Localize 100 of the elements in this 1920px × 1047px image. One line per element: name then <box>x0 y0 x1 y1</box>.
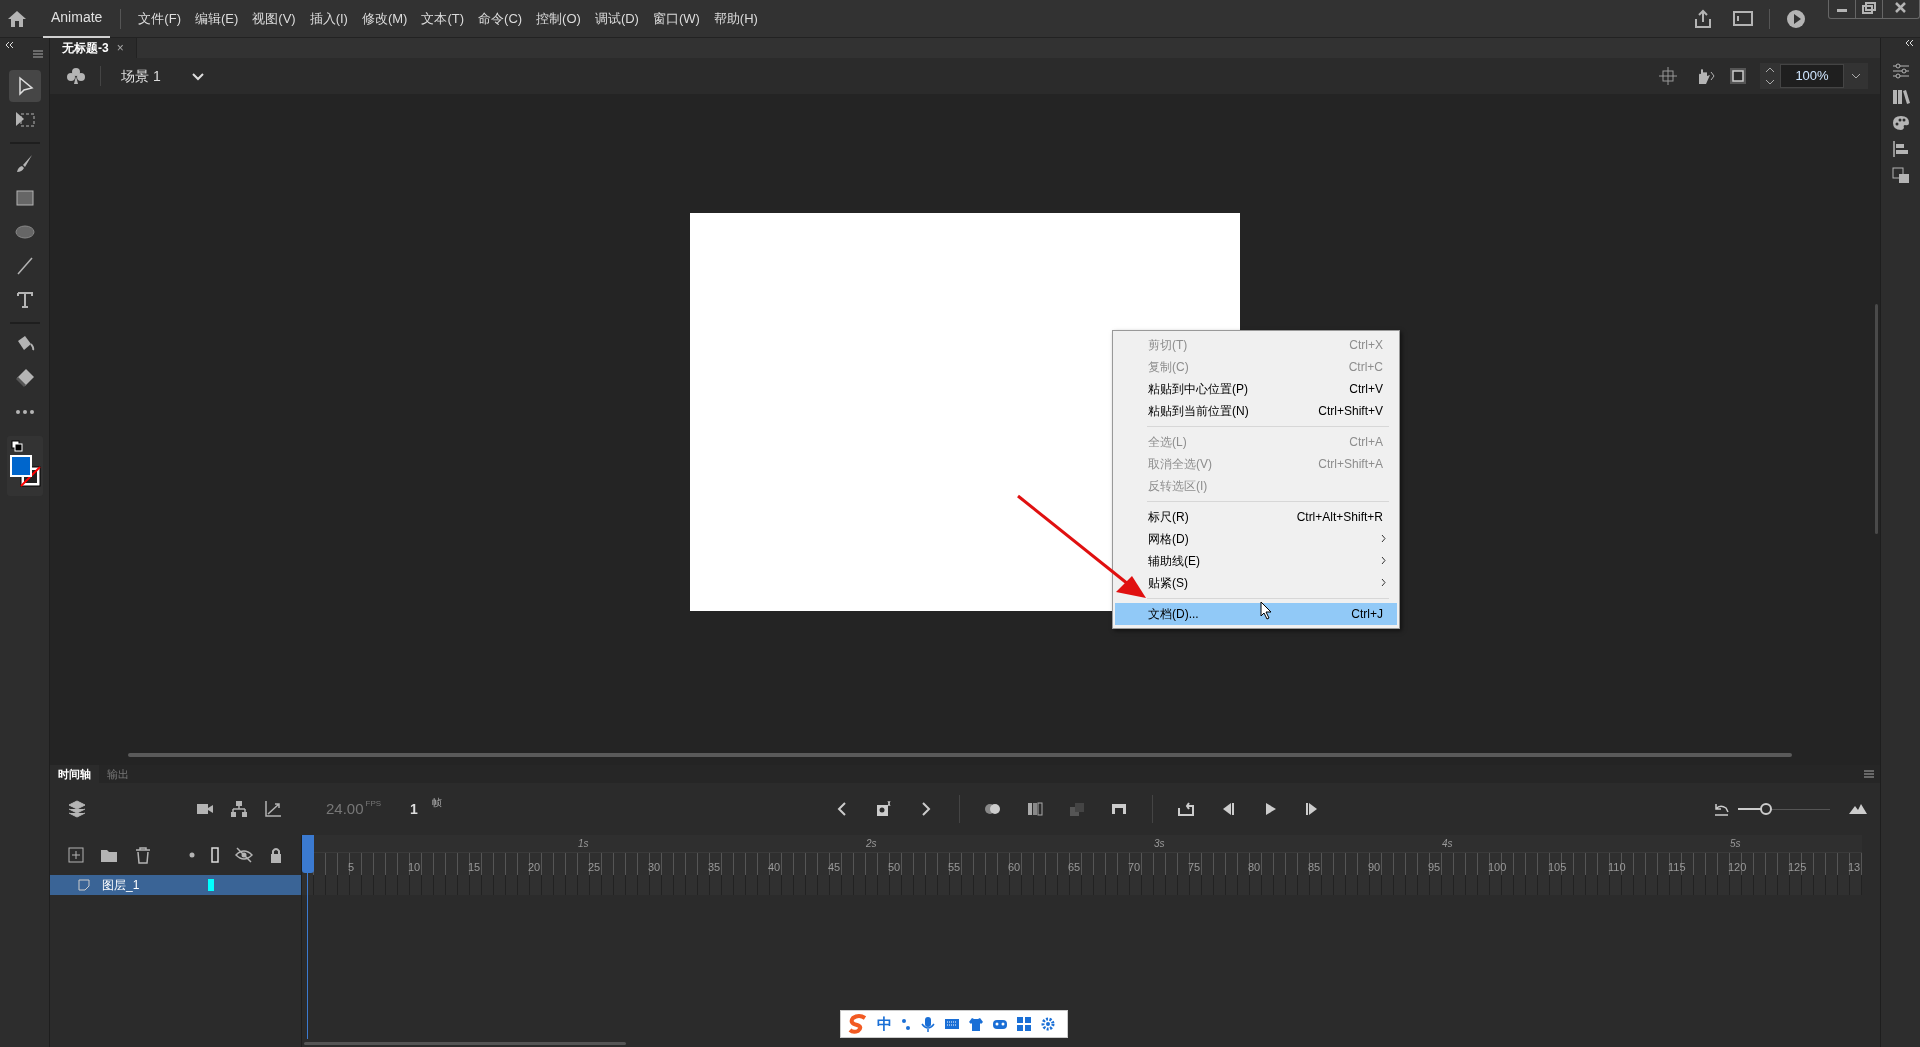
layer-row[interactable]: 图层_1 <box>50 875 301 895</box>
microphone-icon[interactable] <box>920 1016 936 1032</box>
outline-icon[interactable] <box>211 847 219 863</box>
panel-tab[interactable]: 输出 <box>99 765 137 783</box>
play-circle-icon[interactable] <box>1786 8 1806 29</box>
layers-icon[interactable] <box>68 800 86 818</box>
panel-tab[interactable]: 时间轴 <box>50 765 99 783</box>
frame-number: 95 <box>1428 860 1441 875</box>
chevron-down-icon[interactable] <box>190 70 205 82</box>
panel-menu-icon[interactable] <box>1864 770 1874 778</box>
menu-item-label: 贴紧(S) <box>1148 575 1188 592</box>
add-layer-icon[interactable] <box>68 847 84 863</box>
slider-thumb[interactable] <box>1759 803 1772 815</box>
dot-icon[interactable] <box>189 852 195 858</box>
document-tab[interactable]: 无标题-3 × <box>50 38 137 58</box>
grid-icon[interactable] <box>1016 1016 1032 1032</box>
timeline-zoom-slider[interactable] <box>1738 803 1830 815</box>
frame-number: 125 <box>1788 860 1807 875</box>
edit-frames-icon[interactable] <box>1025 800 1044 818</box>
menu-item[interactable]: 贴紧(S) <box>1115 572 1397 594</box>
frame-number: 65 <box>1068 860 1081 875</box>
library-icon[interactable] <box>1891 88 1910 106</box>
seconds-label: 5s <box>1730 837 1741 851</box>
shortcut-text: Ctrl+X <box>1349 337 1383 354</box>
seconds-label: 1s <box>578 837 589 851</box>
club-icon[interactable] <box>66 66 86 86</box>
menu-item[interactable]: 文件(F) <box>131 8 188 29</box>
frame-number: 13 <box>1848 860 1861 875</box>
menu-item[interactable]: 辅助线(E) <box>1115 550 1397 572</box>
punctuation-icon[interactable] <box>900 1016 912 1032</box>
frame-number: 25 <box>588 860 601 875</box>
home-icon[interactable] <box>7 8 27 29</box>
menu-item-label: 剪切(T) <box>1148 337 1188 354</box>
menu-item[interactable]: 修改(M) <box>354 8 415 29</box>
frame-number: 105 <box>1548 860 1567 875</box>
center-stage-icon[interactable] <box>1658 66 1678 86</box>
current-frame[interactable]: 1 <box>410 798 418 820</box>
ime-logo-icon[interactable] <box>847 1013 869 1035</box>
keyboard-icon[interactable] <box>944 1016 960 1032</box>
loop-icon[interactable] <box>1176 800 1195 818</box>
properties-icon[interactable] <box>1891 62 1910 80</box>
layer-icon <box>78 879 90 891</box>
expand-panel-icon[interactable] <box>1904 38 1916 48</box>
menu-icon[interactable] <box>33 50 43 58</box>
clip-stage-icon[interactable] <box>1728 66 1748 86</box>
menu-item-label: 网格(D) <box>1148 531 1189 548</box>
horizontal-scrollbar[interactable] <box>128 753 1792 757</box>
menu-item-label: 标尺(R) <box>1148 509 1189 526</box>
menu-item[interactable]: 文档(D)... Ctrl+J <box>1115 603 1397 625</box>
menu-item[interactable]: 网格(D) <box>1115 528 1397 550</box>
menu-item[interactable]: 标尺(R) Ctrl+Alt+Shift+R <box>1115 506 1397 528</box>
layer-color-swatch[interactable] <box>208 879 214 891</box>
menu-item[interactable]: 命令(C) <box>471 8 530 29</box>
shortcut-text: Ctrl+A <box>1349 434 1383 451</box>
arrow-tool-icon[interactable] <box>8 70 41 102</box>
menu-item[interactable]: 插入(I) <box>302 8 355 29</box>
eye-hidden-icon[interactable] <box>235 847 253 863</box>
frame-number: 80 <box>1248 860 1261 875</box>
keyframe-insert-icon[interactable] <box>874 800 893 818</box>
menu-item[interactable]: 窗口(W) <box>645 8 707 29</box>
palette-icon[interactable] <box>1891 114 1910 132</box>
scene-name: 场景 1 <box>121 66 161 86</box>
folder-icon[interactable] <box>100 847 118 863</box>
menu-item[interactable]: 控制(O) <box>529 8 588 29</box>
timeline-scrollbar[interactable] <box>304 1042 626 1045</box>
shortcut-text: Ctrl+Alt+Shift+R <box>1296 509 1383 526</box>
tab-close-button[interactable]: × <box>116 39 124 57</box>
settings-icon[interactable] <box>1040 1016 1056 1032</box>
fps-unit: FPS <box>365 797 382 810</box>
frame-unit: 帧 <box>431 795 442 810</box>
trash-icon[interactable] <box>134 846 152 864</box>
share-icon[interactable] <box>1693 8 1713 29</box>
swap-colors-icon[interactable] <box>10 440 23 452</box>
frame-ruler[interactable]: 1s 2s 3s 4s 5s 5 10 15 20 25 30 35 40 45 50 55 60 65 70 75 80 85 90 95 100 105 110 115 120 125 13 <box>302 835 1862 875</box>
shirt-icon[interactable] <box>968 1016 984 1032</box>
color-swatch-drawing[interactable] <box>9 455 41 487</box>
hierarchy-icon[interactable] <box>230 800 248 818</box>
seconds-label: 4s <box>1442 837 1453 851</box>
frame-number: 20 <box>528 860 541 875</box>
menu-item[interactable]: 帮助(H) <box>706 8 765 29</box>
align-icon[interactable] <box>1891 140 1910 158</box>
vertical-scrollbar[interactable] <box>1875 304 1878 534</box>
menu-item[interactable]: 文本(T) <box>414 8 472 29</box>
menu-item-label: 粘贴到中心位置(P) <box>1148 381 1248 398</box>
menu-item[interactable]: 粘贴到中心位置(P) Ctrl+V <box>1115 378 1397 400</box>
graph-icon[interactable] <box>264 800 282 818</box>
menu-item[interactable]: 调试(D) <box>587 8 646 29</box>
zoom-field[interactable]: 100% <box>1780 64 1844 88</box>
panel-layout-icon[interactable] <box>1733 8 1753 29</box>
menu-item[interactable]: 视图(V) <box>245 8 303 29</box>
frame-number: 75 <box>1188 860 1201 875</box>
menu-item[interactable]: 粘贴到当前位置(N) Ctrl+Shift+V <box>1115 400 1397 422</box>
menu-item[interactable]: 编辑(E) <box>187 8 246 29</box>
collapse-icon[interactable] <box>4 40 16 50</box>
menu-item-label: 粘贴到当前位置(N) <box>1148 403 1249 420</box>
assets-icon[interactable] <box>1891 166 1910 184</box>
lock-icon[interactable] <box>269 847 283 863</box>
menu-item-label: 取消全选(V) <box>1148 456 1212 473</box>
frame-number: 30 <box>648 860 661 875</box>
input-mode-toggle[interactable]: 中 <box>877 1012 892 1036</box>
